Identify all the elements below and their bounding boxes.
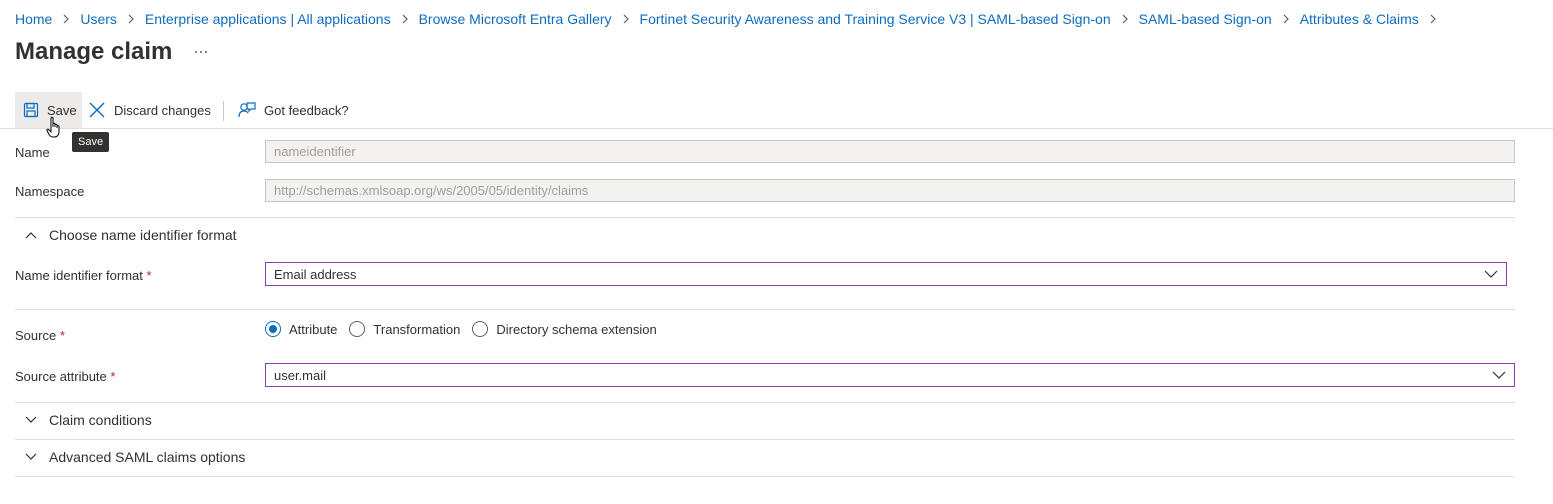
- breadcrumb-attributes-claims[interactable]: Attributes & Claims: [1300, 11, 1419, 27]
- name-format-label: Name identifier format *: [15, 268, 152, 283]
- hand-pointer-icon: [46, 116, 60, 138]
- source-attribute-label: Source attribute *: [15, 369, 115, 384]
- more-options-button[interactable]: [190, 42, 212, 62]
- save-icon: [23, 102, 39, 118]
- name-format-section-label: Choose name identifier format: [49, 227, 237, 243]
- name-format-value: Email address: [274, 266, 357, 282]
- divider: [15, 309, 1515, 310]
- divider: [15, 402, 1515, 403]
- breadcrumb-saml-sso[interactable]: SAML-based Sign-on: [1139, 11, 1272, 27]
- name-format-label-text: Name identifier format: [15, 268, 143, 283]
- page-title: Manage claim: [15, 38, 173, 65]
- breadcrumb-gallery[interactable]: Browse Microsoft Entra Gallery: [419, 11, 612, 27]
- source-option-attribute: Attribute: [289, 321, 338, 337]
- name-format-section-toggle[interactable]: Choose name identifier format: [15, 221, 237, 249]
- discard-changes-button[interactable]: Discard changes: [88, 92, 211, 128]
- namespace-label: Namespace: [15, 184, 85, 199]
- close-icon: [89, 102, 105, 118]
- source-radio-directory-extension[interactable]: Directory schema extension: [472, 321, 657, 337]
- source-radio-transformation[interactable]: Transformation: [349, 321, 460, 337]
- toolbar-divider: [223, 101, 224, 121]
- source-attribute-label-text: Source attribute: [15, 369, 107, 384]
- command-bar: Save Discard changes Got feedback?: [0, 92, 1553, 129]
- chevron-right-icon: [397, 11, 413, 27]
- source-radio-attribute[interactable]: Attribute: [265, 321, 337, 337]
- chevron-right-icon: [123, 11, 139, 27]
- source-attribute-dropdown[interactable]: user.mail: [265, 363, 1515, 387]
- source-label: Source *: [15, 328, 65, 343]
- chevron-down-icon: [25, 453, 37, 460]
- divider: [15, 439, 1515, 440]
- chevron-up-icon: [25, 232, 37, 239]
- advanced-saml-options-label: Advanced SAML claims options: [49, 449, 246, 465]
- required-marker: *: [146, 268, 152, 283]
- source-attribute-value: user.mail: [274, 367, 327, 383]
- chevron-right-icon: [1278, 11, 1294, 27]
- advanced-saml-options-toggle[interactable]: Advanced SAML claims options: [15, 443, 245, 471]
- name-label: Name: [15, 145, 50, 160]
- feedback-label: Got feedback?: [264, 102, 349, 118]
- radio-unchecked-icon: [472, 321, 489, 337]
- divider: [15, 217, 1515, 218]
- name-field: nameidentifier: [265, 140, 1515, 163]
- breadcrumb-enterprise-apps[interactable]: Enterprise applications | All applicatio…: [145, 11, 391, 27]
- discard-changes-label: Discard changes: [114, 102, 211, 118]
- breadcrumb-home[interactable]: Home: [15, 11, 52, 27]
- claim-conditions-label: Claim conditions: [49, 412, 152, 428]
- radio-unchecked-icon: [349, 321, 366, 337]
- source-label-text: Source: [15, 328, 57, 343]
- chevron-right-icon: [58, 11, 74, 27]
- chevron-right-icon: [1425, 11, 1441, 27]
- feedback-icon: [238, 102, 256, 118]
- ellipsis-icon: [195, 51, 207, 53]
- name-value: nameidentifier: [274, 144, 356, 159]
- required-marker: *: [59, 328, 65, 343]
- claim-conditions-toggle[interactable]: Claim conditions: [15, 406, 152, 434]
- namespace-field: http://schemas.xmlsoap.org/ws/2005/05/id…: [265, 179, 1515, 202]
- chevron-right-icon: [1117, 11, 1133, 27]
- source-radio-group: Attribute Transformation Directory schem…: [265, 321, 669, 337]
- divider: [15, 476, 1515, 477]
- name-format-dropdown[interactable]: Email address: [265, 262, 1507, 286]
- required-marker: *: [110, 369, 116, 384]
- radio-checked-icon: [265, 321, 281, 337]
- chevron-down-icon: [1484, 270, 1498, 278]
- source-option-directory-extension: Directory schema extension: [496, 321, 657, 337]
- feedback-button[interactable]: Got feedback?: [238, 92, 349, 128]
- chevron-down-icon: [25, 416, 37, 423]
- source-option-transformation: Transformation: [373, 321, 461, 337]
- breadcrumb: Home Users Enterprise applications | All…: [15, 10, 1447, 28]
- namespace-value: http://schemas.xmlsoap.org/ws/2005/05/id…: [274, 183, 589, 198]
- breadcrumb-app-sso[interactable]: Fortinet Security Awareness and Training…: [640, 11, 1111, 27]
- breadcrumb-users[interactable]: Users: [80, 11, 117, 27]
- save-tooltip: Save: [72, 132, 110, 152]
- chevron-down-icon: [1492, 371, 1506, 379]
- chevron-right-icon: [618, 11, 634, 27]
